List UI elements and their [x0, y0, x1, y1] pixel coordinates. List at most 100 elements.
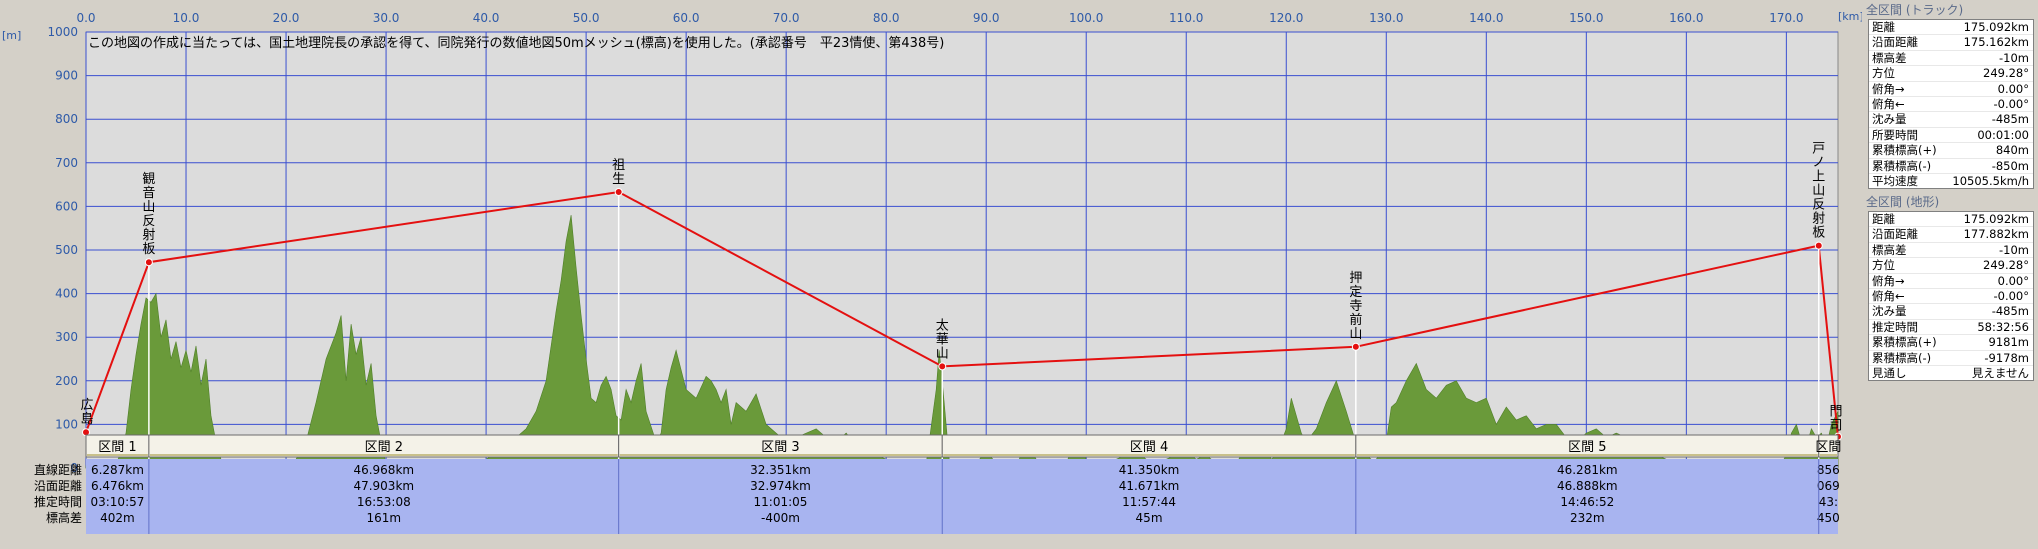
- segment-stat-surface: 47.903km: [353, 479, 414, 493]
- track-summary-key: 俯角→: [1872, 81, 1905, 96]
- waypoint-label: 太華山: [936, 318, 949, 361]
- x-tick-label: 40.0: [473, 11, 500, 25]
- track-summary-row: 沈み量 -485m: [1869, 112, 2033, 128]
- segment-stat-direct: 46.968km: [353, 463, 414, 477]
- terrain-summary-row: 距離 175.092km: [1869, 212, 2033, 228]
- segment-stat-surface: 46.888km: [1557, 479, 1618, 493]
- segment-stat-time: 11:01:05: [754, 495, 808, 509]
- track-summary-value: 249.28°: [1983, 66, 2029, 81]
- track-summary-key: 距離: [1872, 20, 1895, 34]
- track-summary-key: 標高差: [1872, 50, 1907, 65]
- track-summary-key: 方位: [1872, 66, 1895, 81]
- terrain-summary-row: 俯角→ 0.00°: [1869, 274, 2033, 289]
- terrain-summary-row: 沈み量 -485m: [1869, 304, 2033, 320]
- segment-label: 区間 1: [98, 440, 136, 455]
- stat-row-label: 直線距離: [34, 462, 82, 477]
- segment-stat-time: 03:10:57: [90, 495, 144, 509]
- terrain-summary-key: 推定時間: [1872, 319, 1918, 334]
- track-summary-row: 沿面距離 175.162km: [1869, 35, 2033, 51]
- track-summary-value: -10m: [1999, 50, 2029, 65]
- track-summary-value: -485m: [1991, 112, 2029, 127]
- terrain-summary-row: 方位 249.28°: [1869, 258, 2033, 274]
- terrain-summary-row: 累積標高(-) -9178m: [1869, 351, 2033, 366]
- track-summary-key: 俯角←: [1872, 96, 1905, 111]
- segment-stat-time: 16:53:08: [357, 495, 411, 509]
- waypoint-marker: [614, 188, 623, 197]
- track-summary-value: 10505.5km/h: [1952, 173, 2029, 188]
- x-tick-label: 170.0: [1769, 11, 1803, 25]
- profile-chart-area: 0 100 200 300 400 500 600 700 800 900 1000 0.0 10.0 2…: [0, 0, 1862, 549]
- segment-stat-elev: 402m: [100, 511, 135, 525]
- track-summary-key: 所要時間: [1872, 127, 1918, 142]
- waypoint-name: 押定寺前山: [1349, 271, 1362, 342]
- waypoint-name: 門司: [1829, 405, 1842, 434]
- terrain-summary-value: 0.00°: [1997, 273, 2029, 288]
- x-tick-label: 50.0: [573, 11, 600, 25]
- segment-stat-time: 43:: [1819, 495, 1838, 509]
- segment-stat-direct: 32.351km: [750, 463, 811, 477]
- waypoint-label: 観音山反射板: [142, 172, 155, 257]
- x-tick-label: 110.0: [1169, 11, 1203, 25]
- segment-stat-elev: 161m: [366, 511, 401, 525]
- y-unit-label: [m]: [2, 29, 21, 42]
- terrain-summary-key: 俯角←: [1872, 288, 1905, 303]
- segment-stat-surface: 32.974km: [750, 479, 811, 493]
- terrain-summary-value: 9181m: [1988, 335, 2029, 350]
- stat-row-label: 沿面距離: [34, 479, 82, 493]
- terrain-summary-row: 推定時間 58:32:56: [1869, 319, 2033, 336]
- x-tick-label: 80.0: [873, 11, 900, 25]
- segment-stat-direct: 6.287km: [91, 463, 144, 477]
- x-tick-label: 30.0: [373, 11, 400, 25]
- terrain-summary-value: -485m: [1991, 304, 2029, 319]
- terrain-summary-row: 標高差 -10m: [1869, 243, 2033, 259]
- y-tick-label: 800: [55, 112, 78, 126]
- track-summary-value: 175.092km: [1963, 20, 2029, 34]
- x-tick-label: 90.0: [973, 11, 1000, 25]
- waypoint-label: 広島: [80, 398, 93, 427]
- elevation-chart: 010020030040050060070080090010000.0 10.0 2…: [2, 10, 1862, 534]
- segment-label: 区間 2: [365, 440, 403, 455]
- x-tick-label: 150.0: [1569, 11, 1603, 25]
- x-tick-label: 130.0: [1369, 11, 1403, 25]
- waypoint-marker: [1814, 241, 1823, 250]
- terrain-summary-value: 見えません: [1971, 365, 2029, 380]
- terrain-summary-key: 方位: [1872, 258, 1895, 273]
- waypoint-marker: [144, 258, 153, 267]
- track-summary-key: 平均速度: [1872, 173, 1918, 188]
- waypoint-marker: [1351, 342, 1360, 351]
- track-summary-table: 距離 175.092km 沿面距離 175.162km 標高差 -10m 方位 249.28°…: [1868, 19, 2034, 190]
- track-summary-key: 累積標高(+): [1872, 143, 1937, 158]
- track-summary-value: -0.00°: [1993, 96, 2029, 111]
- x-tick-label: 20.0: [273, 11, 300, 25]
- segment-stat-time: 14:46:52: [1560, 495, 1614, 509]
- y-tick-label: 100: [55, 417, 78, 431]
- track-summary-key: 沈み量: [1872, 112, 1907, 127]
- y-tick-label: 600: [55, 199, 78, 213]
- terrain-summary-value: 58:32:56: [1977, 319, 2029, 334]
- y-tick-label: 300: [55, 330, 78, 344]
- waypoint-marker: [938, 362, 947, 371]
- terrain-summary-key: 俯角→: [1872, 273, 1905, 288]
- segment-stat-direct: 41.350km: [1119, 463, 1180, 477]
- waypoint-name: 広島: [80, 398, 93, 427]
- segment-stat-elev: 232m: [1570, 511, 1605, 525]
- track-summary-key: 沿面距離: [1872, 35, 1918, 50]
- segment-stat-elev: 45m: [1136, 511, 1163, 525]
- track-summary-value: -850m: [1991, 158, 2029, 173]
- terrain-summary-value: -9178m: [1984, 350, 2029, 365]
- track-summary-row: 累積標高(-) -850m: [1869, 159, 2033, 174]
- track-summary-value: 840m: [1995, 143, 2029, 158]
- segment-label: 区間 3: [761, 440, 799, 455]
- segment-label: 区間 5: [1568, 440, 1606, 455]
- terrain-summary-row: 俯角← -0.00°: [1869, 288, 2033, 305]
- x-tick-label: 70.0: [773, 11, 800, 25]
- x-tick-label: 160.0: [1669, 11, 1703, 25]
- terrain-summary-value: 175.092km: [1963, 212, 2029, 226]
- track-summary-key: 累積標高(-): [1872, 158, 1932, 173]
- terrain-summary-value: -0.00°: [1993, 288, 2029, 303]
- terrain-panel-title: 全区間 (地形): [1866, 195, 1940, 209]
- waypoint-label: 門司: [1829, 405, 1842, 434]
- track-summary-row: 距離 175.092km: [1869, 20, 2033, 36]
- terrain-summary-row: 沿面距離 177.882km: [1869, 227, 2033, 243]
- segment-stat-elev: 450: [1817, 511, 1840, 525]
